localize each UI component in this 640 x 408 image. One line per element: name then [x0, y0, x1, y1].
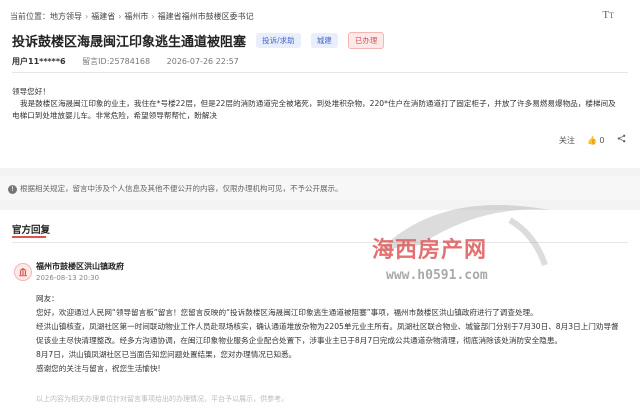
- message-card: 当前位置：地方领导 › 福建省 › 福州市 › 福建省福州市鼓楼区委书记 TT 投诉鼓楼区海…: [0, 0, 640, 168]
- follow-button[interactable]: 关注: [559, 136, 575, 145]
- message-id: 留言ID:25784168: [82, 57, 151, 66]
- government-building-icon: [14, 263, 32, 281]
- breadcrumb-item[interactable]: 福州市: [124, 12, 148, 21]
- reply-paragraph: 您好，欢迎通过人民网“领导留言板”留言！您留言反映的“投诉鼓楼区海晟闽江印象逃生…: [36, 308, 538, 317]
- breadcrumb-label: 当前位置：: [10, 12, 50, 21]
- like-count: 0: [599, 136, 605, 145]
- share-icon[interactable]: [617, 134, 626, 145]
- watermark-text: 海西房产网: [372, 238, 488, 263]
- meta-row: 用户11*****6 留言ID:25784168 2026-07-26 22:5…: [12, 56, 253, 67]
- notice-text-row: ! 根据相关规定，留言中涉及个人信息及其他不便公开的内容，仅限办理机构可见，不予公…: [8, 183, 343, 194]
- section-title: 官方回复: [12, 225, 51, 236]
- notice-text: 根据相关规定，留言中涉及个人信息及其他不便公开的内容，仅限办理机构可见，不予公开…: [20, 184, 343, 193]
- divider: [12, 242, 628, 243]
- title-row: 投诉鼓楼区海晟闽江印象逃生通道被阻塞 投诉/求助 城建 已办理: [12, 30, 385, 50]
- reply-paragraph: 经洪山镇核查，凤湖社区第一时间联动物业工作人员赴现场核实，确认通道堆放杂物为22…: [36, 322, 619, 345]
- font-size-icon[interactable]: TT: [602, 9, 614, 21]
- status-badge: 已办理: [347, 32, 385, 49]
- info-icon: !: [8, 185, 17, 194]
- privacy-notice: ! 根据相关规定，留言中涉及个人信息及其他不便公开的内容，仅限办理机构可见，不予公…: [0, 176, 640, 200]
- breadcrumb-separator: ›: [85, 12, 89, 21]
- breadcrumb-separator: ›: [151, 12, 155, 21]
- breadcrumb-item[interactable]: 福建省福州市鼓楼区委书记: [158, 12, 254, 21]
- watermark-url: www.h0591.com: [386, 268, 488, 283]
- like-button[interactable]: 👍 0: [587, 136, 607, 145]
- section-underline: [12, 236, 46, 238]
- reply-org-name: 福州市鼓楼区洪山镇政府: [36, 262, 124, 271]
- breadcrumb: 当前位置：地方领导 › 福建省 › 福州市 › 福建省福州市鼓楼区委书记: [10, 11, 254, 22]
- action-bar: 关注 👍 0: [549, 134, 626, 146]
- page-title: 投诉鼓楼区海晟闽江印象逃生通道被阻塞: [12, 35, 247, 50]
- thumbs-up-icon: 👍: [587, 136, 598, 145]
- official-reply-card: 官方回复 福州市鼓楼区洪山镇政府 2026-08-13 20:30 网友： 您好…: [0, 210, 640, 408]
- message-greeting: 领导您好！: [12, 87, 50, 96]
- message-body: 我是鼓楼区海晟闽江印象的业主，我住在*号楼22层，但是22层的消防通道完全被堵死…: [12, 99, 616, 120]
- breadcrumb-item[interactable]: 福建省: [91, 12, 115, 21]
- tag-type: 投诉/求助: [256, 33, 301, 48]
- divider: [12, 72, 628, 73]
- reply-salutation: 网友：: [36, 294, 59, 303]
- reply-paragraph: 8月7日，洪山镇凤湖社区已当面告知您问题处置结果，您对办理情况已知悉。: [36, 350, 297, 359]
- breadcrumb-separator: ›: [118, 12, 122, 21]
- reply-footer-note: 以上内容为相关办理单位针对留言事项给出的办理情况，平台予以展示，供参考。: [36, 395, 288, 403]
- message-datetime: 2026-07-26 22:57: [166, 57, 239, 66]
- breadcrumb-item[interactable]: 地方领导: [50, 12, 82, 21]
- user-name: 用户11*****6: [12, 57, 66, 66]
- reply-time: 2026-08-13 20:30: [36, 274, 100, 282]
- tag-field: 城建: [310, 33, 338, 48]
- reply-paragraph: 感谢您的关注与留言，祝您生活愉快!: [36, 364, 161, 373]
